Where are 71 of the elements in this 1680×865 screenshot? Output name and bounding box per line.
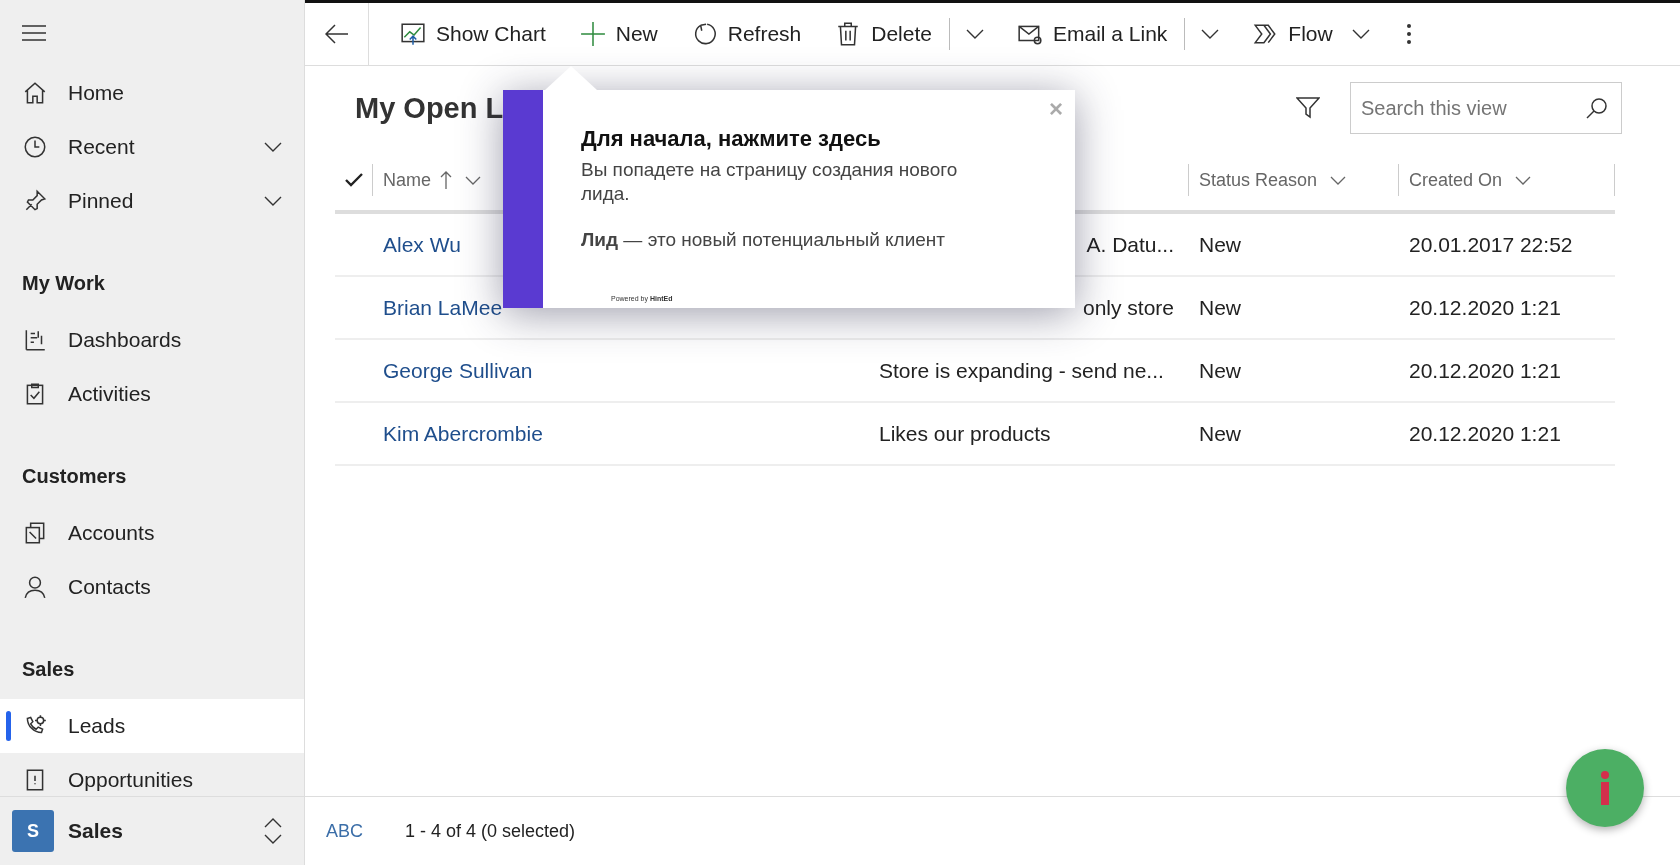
area-label: Sales (68, 819, 123, 843)
lead-name-link[interactable]: George Sullivan (383, 358, 533, 382)
search-field[interactable]: Search this view (1350, 82, 1622, 134)
column-header[interactable]: Name (373, 169, 491, 191)
nav-item[interactable]: Dashboards (0, 313, 304, 367)
chart-icon (400, 21, 426, 47)
table-cell: New (1199, 295, 1241, 319)
lead-name-link[interactable]: Kim Abercrombie (383, 421, 543, 445)
group-heading: My Work (21, 271, 106, 296)
table-cell: A. Datu... (1086, 232, 1174, 256)
chevron-down-icon (264, 196, 282, 206)
jump-bar-link[interactable]: ABC (326, 820, 363, 842)
table-cell: 20.01.2017 22:52 (1409, 232, 1573, 256)
hint-title: Для начала, нажмите здесь (581, 126, 882, 152)
toolbar-button[interactable]: Delete (818, 12, 949, 56)
table-cell: New (1199, 232, 1241, 256)
chevron-down-icon (1351, 29, 1370, 39)
toolbar-button[interactable]: Email a Link (999, 12, 1185, 56)
nav-item[interactable]: Recent (0, 120, 304, 174)
table-cell: 20.12.2020 1:21 (1409, 358, 1561, 382)
chevron-down-icon (1201, 29, 1220, 39)
vertical-dots-icon (1405, 23, 1412, 45)
toolbar-button[interactable]: Refresh (674, 12, 819, 56)
table-cell: 20.12.2020 1:21 (1409, 421, 1561, 445)
nav-item[interactable]: Home (0, 66, 304, 120)
table-cell: New (1199, 421, 1241, 445)
menu-icon[interactable] (22, 25, 46, 41)
toolbar-button[interactable]: Show Chart (383, 12, 563, 56)
chevron-down-icon (264, 142, 282, 152)
plus-icon (579, 21, 606, 47)
table-cell: 20.12.2020 1:21 (1409, 295, 1561, 319)
chevron-down-icon (965, 29, 984, 39)
selection-bar (6, 711, 11, 741)
nav-item[interactable]: Contacts (0, 560, 304, 614)
chevron-down-icon (1330, 175, 1347, 185)
lead-name-link[interactable]: Alex Wu (383, 232, 461, 256)
nav-item[interactable]: Pinned (0, 174, 304, 228)
table-cell: New (1199, 358, 1241, 382)
chevron-down-icon (465, 175, 481, 185)
person-icon (22, 574, 48, 600)
info-icon (1600, 771, 1610, 805)
record-count: 1 - 4 of 4 (0 selected) (405, 820, 576, 842)
chevron-down-icon (1515, 175, 1532, 185)
toolbar-button[interactable]: New (562, 12, 675, 56)
group-heading: Sales (21, 657, 76, 682)
view-title: My Open L (355, 91, 504, 125)
filter-icon[interactable] (1296, 97, 1320, 119)
area-switcher[interactable]: S Sales (0, 796, 304, 865)
nav-item[interactable]: Opportunities (0, 753, 304, 796)
hint-text: Вы попадете на страницу создания нового лида. (581, 158, 959, 206)
nav-item[interactable]: Leads (0, 699, 304, 753)
up-down-chevron-icon (264, 818, 282, 844)
house-icon (22, 80, 48, 106)
table-cell: Store is expanding - send ne... (879, 358, 1164, 382)
back-arrow-icon (324, 24, 349, 44)
sort-up-arrow-icon (440, 171, 452, 189)
nav-item[interactable]: Accounts (0, 506, 304, 560)
lead-name-link[interactable]: Brian LaMee (383, 295, 503, 319)
group-heading: Customers (21, 464, 128, 489)
info-button[interactable] (1566, 749, 1644, 827)
column-header[interactable]: Created On (1399, 169, 1542, 191)
table-cell: Likes our products (879, 421, 1051, 445)
search-icon (1586, 97, 1608, 119)
checkmark-icon[interactable] (344, 173, 363, 187)
clock-icon (22, 134, 48, 160)
table-cell: only store (1082, 295, 1174, 319)
area-avatar: S (12, 810, 54, 852)
hint-text: Лид — это новый потенциальный клиент (581, 227, 946, 252)
column-header[interactable]: Status Reason (1189, 169, 1357, 191)
toolbar-button[interactable]: Flow (1235, 12, 1350, 56)
nav-item[interactable]: Activities (0, 367, 304, 421)
